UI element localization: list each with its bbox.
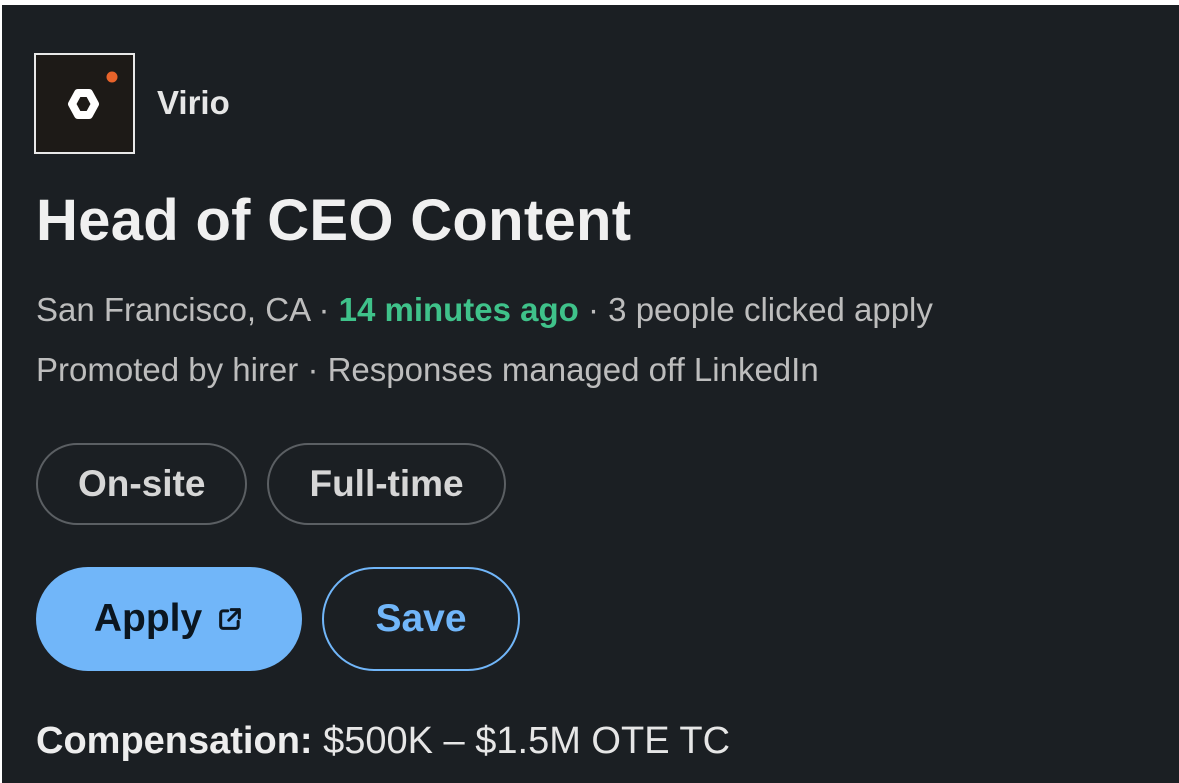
applicant-count: 3 people clicked apply (608, 291, 933, 328)
job-actions: Apply Save (36, 567, 520, 671)
compensation-value: $500K – $1.5M OTE TC (312, 720, 731, 762)
job-attribute-chips: On-site Full-time (36, 443, 506, 525)
chip-workplace-type[interactable]: On-site (36, 443, 248, 525)
chip-employment-type[interactable]: Full-time (267, 443, 506, 525)
apply-button-label: Apply (93, 597, 203, 640)
external-link-icon (216, 605, 244, 633)
posted-time: 14 minutes ago (338, 291, 579, 328)
promoted-line: Promoted by hirer · Responses managed of… (36, 351, 819, 388)
save-button[interactable]: Save (322, 567, 520, 671)
compensation: Compensation: $500K – $1.5M OTE TC (36, 720, 730, 763)
virio-logo-icon (68, 71, 118, 119)
company-name[interactable]: Virio (157, 84, 230, 122)
company-header: Virio (34, 51, 230, 155)
job-title[interactable]: Head of CEO Content (36, 187, 631, 254)
job-location: San Francisco, CA (36, 291, 310, 328)
compensation-label: Compensation: (36, 720, 313, 762)
meta-separator: · (578, 291, 609, 328)
apply-button[interactable]: Apply (36, 567, 302, 671)
company-logo[interactable] (34, 52, 135, 154)
job-meta-line: San Francisco, CA · 14 minutes ago · 3 p… (36, 291, 933, 329)
job-card: Virio Head of CEO Content San Francisco,… (2, 5, 1179, 783)
meta-separator: · (309, 291, 339, 328)
